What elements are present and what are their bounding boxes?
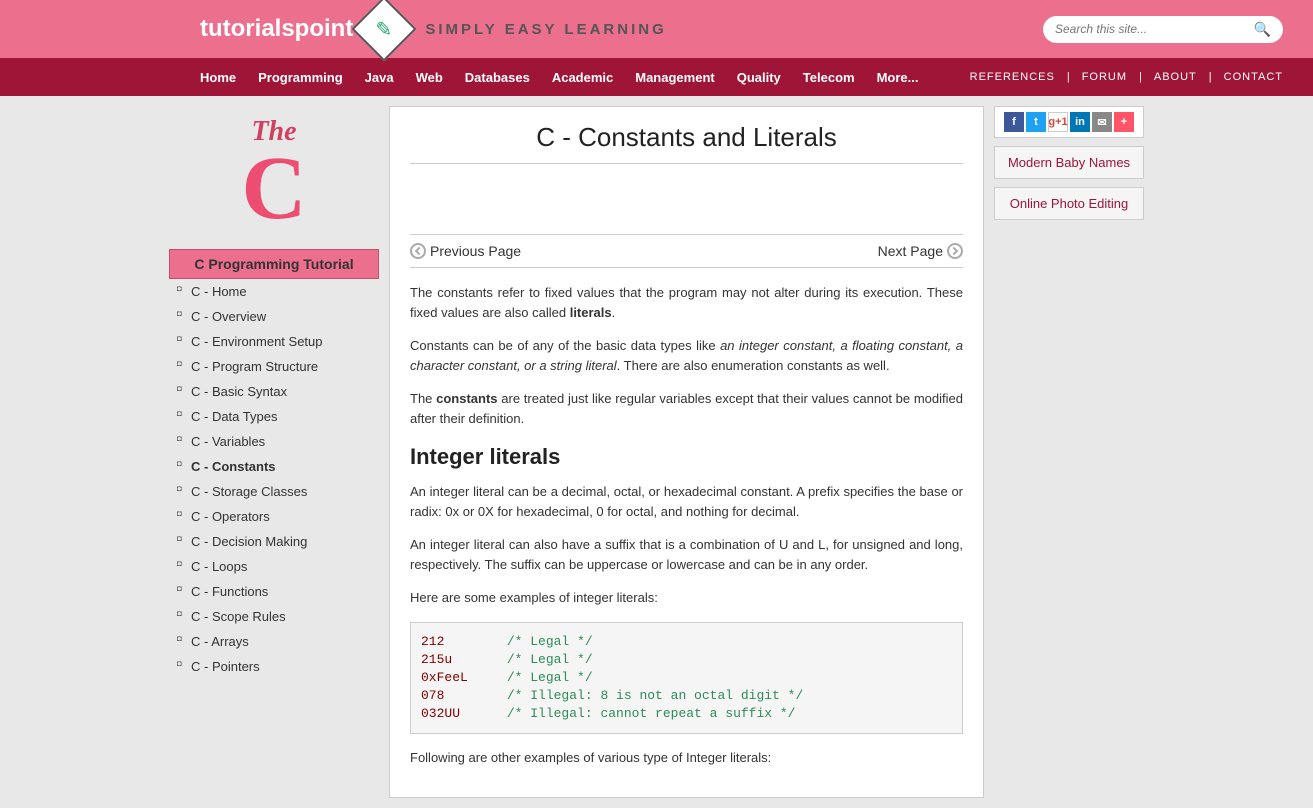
facebook-icon[interactable]: f — [1004, 112, 1024, 132]
sidebar-item[interactable]: C - Basic Syntax — [169, 379, 379, 404]
para-5: An integer literal can also have a suffi… — [410, 535, 963, 574]
right-column: f t g+1 in ✉ + Modern Baby Names Online P… — [994, 106, 1144, 798]
prev-page-link[interactable]: Previous Page — [410, 243, 521, 259]
logo-emblem-icon: ✎ — [352, 0, 417, 62]
arrow-left-icon — [410, 243, 426, 259]
ad-link[interactable]: Modern Baby Names — [994, 146, 1144, 179]
para-3: The constants are treated just like regu… — [410, 389, 963, 428]
nav-sec-about[interactable]: ABOUT — [1154, 71, 1197, 83]
search-box[interactable]: 🔍 — [1043, 16, 1283, 43]
nav-telecom[interactable]: Telecom — [803, 70, 855, 85]
next-page-link[interactable]: Next Page — [878, 243, 963, 259]
tagline: Simply Easy Learning — [425, 21, 666, 38]
tutorial-logo: The C — [169, 106, 379, 249]
code-block: 212 /* Legal */ 215u /* Legal */ 0xFeeL … — [410, 622, 963, 735]
main-nav: Home Programming Java Web Databases Academic M… — [0, 58, 1313, 96]
sidebar-item[interactable]: C - Constants — [169, 454, 379, 479]
sidebar-item[interactable]: C - Functions — [169, 579, 379, 604]
nav-management[interactable]: Management — [635, 70, 714, 85]
header: tutorialspoint ✎ Simply Easy Learning 🔍 — [0, 0, 1313, 58]
ad-link[interactable]: Online Photo Editing — [994, 187, 1144, 220]
nav-home[interactable]: Home — [200, 70, 236, 85]
sidebar-item[interactable]: C - Pointers — [169, 654, 379, 679]
addthis-icon[interactable]: + — [1114, 112, 1134, 132]
nav-databases[interactable]: Databases — [465, 70, 530, 85]
para-1: The constants refer to fixed values that… — [410, 283, 963, 322]
nav-academic[interactable]: Academic — [552, 70, 613, 85]
page-nav: Previous Page Next Page — [410, 234, 963, 268]
site-logo-text: tutorialspoint — [200, 15, 353, 43]
search-wrap: 🔍 — [1043, 16, 1283, 43]
sidebar-item[interactable]: C - Variables — [169, 429, 379, 454]
sidebar-item[interactable]: C - Program Structure — [169, 354, 379, 379]
logo-area[interactable]: tutorialspoint ✎ Simply Easy Learning — [200, 6, 667, 52]
para-6: Here are some examples of integer litera… — [410, 588, 963, 608]
sidebar-item[interactable]: C - Operators — [169, 504, 379, 529]
nav-quality[interactable]: Quality — [737, 70, 781, 85]
arrow-right-icon — [947, 243, 963, 259]
title-divider — [410, 163, 963, 164]
main-content: C - Constants and Literals Previous Page… — [389, 106, 984, 798]
nav-sec-forum[interactable]: FORUM — [1082, 71, 1127, 83]
twitter-icon[interactable]: t — [1026, 112, 1046, 132]
sidebar-item[interactable]: C - Arrays — [169, 629, 379, 654]
section-heading: Integer literals — [410, 444, 963, 470]
page-title: C - Constants and Literals — [410, 122, 963, 163]
nav-programming[interactable]: Programming — [258, 70, 343, 85]
sidebar-item[interactable]: C - Decision Making — [169, 529, 379, 554]
gplus-icon[interactable]: g+1 — [1048, 112, 1068, 132]
share-box: f t g+1 in ✉ + — [994, 106, 1144, 138]
nav-web[interactable]: Web — [416, 70, 443, 85]
container: The C C Programming Tutorial C - HomeC -… — [169, 96, 1144, 808]
sidebar-heading: C Programming Tutorial — [169, 249, 379, 279]
para-2: Constants can be of any of the basic dat… — [410, 336, 963, 375]
sidebar-item[interactable]: C - Environment Setup — [169, 329, 379, 354]
para-7: Following are other examples of various … — [410, 748, 963, 768]
nav-sec-references[interactable]: REFERENCES — [970, 71, 1055, 83]
sidebar-item[interactable]: C - Overview — [169, 304, 379, 329]
nav-sec-contact[interactable]: CONTACT — [1224, 71, 1283, 83]
logo-c: C — [169, 148, 379, 229]
sidebar-list: C - HomeC - OverviewC - Environment Setu… — [169, 279, 379, 679]
sidebar-item[interactable]: C - Storage Classes — [169, 479, 379, 504]
search-input[interactable] — [1055, 22, 1254, 36]
nav-more[interactable]: More... — [877, 70, 919, 85]
linkedin-icon[interactable]: in — [1070, 112, 1090, 132]
article-body: The constants refer to fixed values that… — [410, 283, 963, 768]
prev-label: Previous Page — [430, 243, 521, 259]
sidebar-item[interactable]: C - Home — [169, 279, 379, 304]
nav-java[interactable]: Java — [365, 70, 394, 85]
email-icon[interactable]: ✉ — [1092, 112, 1112, 132]
sidebar: The C C Programming Tutorial C - HomeC -… — [169, 106, 379, 798]
sidebar-item[interactable]: C - Loops — [169, 554, 379, 579]
search-icon[interactable]: 🔍 — [1254, 21, 1271, 38]
next-label: Next Page — [878, 243, 943, 259]
para-4: An integer literal can be a decimal, oct… — [410, 482, 963, 521]
sidebar-item[interactable]: C - Scope Rules — [169, 604, 379, 629]
sidebar-item[interactable]: C - Data Types — [169, 404, 379, 429]
